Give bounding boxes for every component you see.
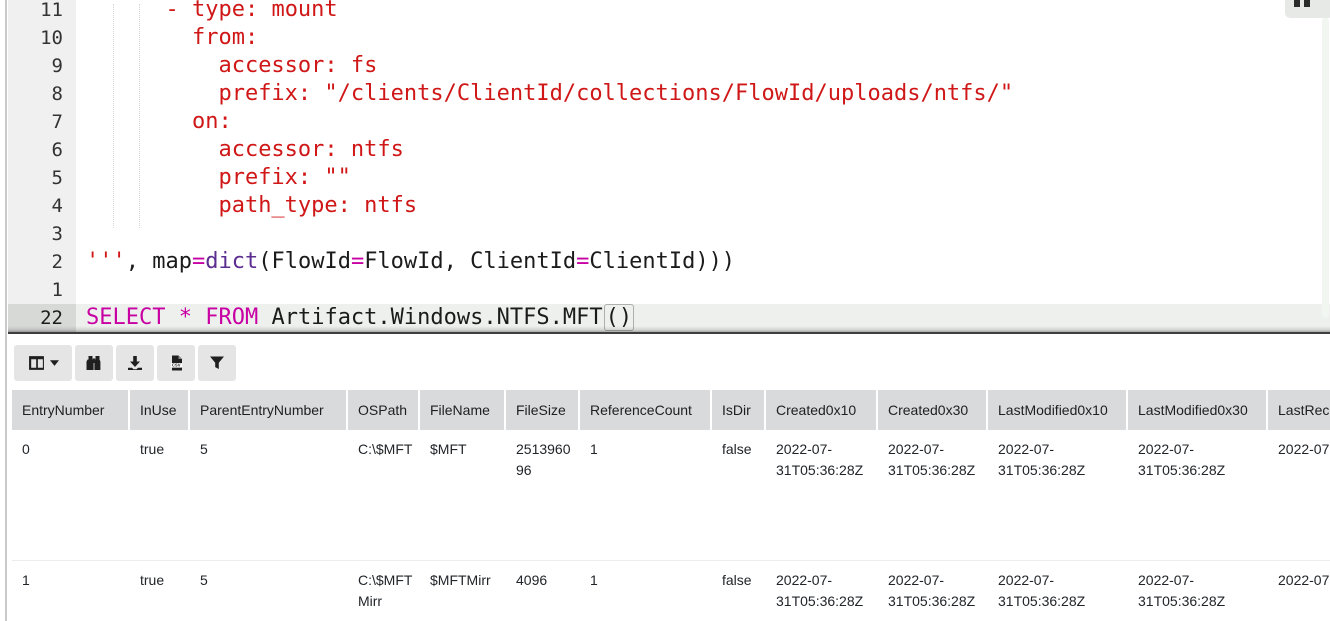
result-table: EntryNumberInUseParentEntryNumberOSPathF… bbox=[12, 390, 1330, 612]
code-line[interactable]: SELECT * FROM Artifact.Windows.NTFS.MFT(… bbox=[76, 304, 1330, 332]
column-header[interactable]: Created0x10 bbox=[766, 390, 878, 430]
table-cell: 0 bbox=[12, 430, 130, 560]
table-cell: false bbox=[712, 560, 766, 612]
clipped-icon bbox=[1294, 0, 1300, 7]
table-cell: 5 bbox=[190, 430, 348, 560]
chevron-down-icon bbox=[50, 360, 59, 366]
gutter-line-number: 3 bbox=[8, 220, 76, 248]
table-header-row: EntryNumberInUseParentEntryNumberOSPathF… bbox=[12, 390, 1330, 430]
vql-editor[interactable]: 111098765432122 - type: mount from: acce… bbox=[8, 0, 1330, 334]
table-cell: C:\$MFT bbox=[348, 430, 420, 560]
column-header[interactable]: ParentEntryNumber bbox=[190, 390, 348, 430]
gutter-line-number: 11 bbox=[8, 0, 76, 24]
editor-scrollbar[interactable] bbox=[1322, 18, 1329, 318]
gutter-line-number: 1 bbox=[8, 276, 76, 304]
table-cell: 2022-07-31T05:36:28Z bbox=[988, 430, 1128, 560]
export-csv-button[interactable]: CSV bbox=[157, 345, 195, 381]
table-cell: 2022-07-31T05:36:28Z bbox=[1268, 560, 1330, 612]
table-cell: 251396096 bbox=[506, 430, 580, 560]
table-cell: $MFT bbox=[420, 430, 506, 560]
binoculars-icon bbox=[85, 355, 103, 371]
column-header[interactable]: LastModified0x30 bbox=[1128, 390, 1268, 430]
column-header[interactable]: IsDir bbox=[712, 390, 766, 430]
download-button[interactable] bbox=[116, 345, 154, 381]
gutter-numbers: 111098765432122 bbox=[8, 0, 76, 332]
column-header[interactable]: EntryNumber bbox=[12, 390, 130, 430]
code-line[interactable]: - type: mount bbox=[76, 0, 1330, 24]
column-header[interactable]: LastRecordChange0x10 bbox=[1268, 390, 1330, 430]
table-cell: 2022-07-31T05:36:28Z bbox=[878, 430, 988, 560]
code-line[interactable]: ''', map=dict(FlowId=FlowId, ClientId=Cl… bbox=[76, 248, 1330, 276]
gutter-line-number: 4 bbox=[8, 192, 76, 220]
page-left-border bbox=[5, 0, 7, 621]
code-line[interactable]: from: bbox=[76, 24, 1330, 52]
table-cell: 1 bbox=[12, 560, 130, 612]
table-body: 0true5C:\$MFT$MFT2513960961false2022-07-… bbox=[12, 430, 1330, 612]
column-header[interactable]: FileName bbox=[420, 390, 506, 430]
table-cell: 2022-07-31T05:36:28Z bbox=[988, 560, 1128, 612]
table-columns-icon bbox=[28, 355, 45, 371]
column-header[interactable]: OSPath bbox=[348, 390, 420, 430]
column-header[interactable]: FileSize bbox=[506, 390, 580, 430]
gutter-line-number: 5 bbox=[8, 164, 76, 192]
download-icon bbox=[127, 355, 143, 371]
code-lines: - type: mount from: accessor: fs prefix:… bbox=[76, 0, 1330, 332]
svg-text:CSV: CSV bbox=[171, 363, 180, 368]
gutter-line-number: 7 bbox=[8, 108, 76, 136]
gutter-line-number: 9 bbox=[8, 52, 76, 80]
result-table-wrapper: EntryNumberInUseParentEntryNumberOSPathF… bbox=[12, 390, 1330, 621]
table-cell: 5 bbox=[190, 560, 348, 612]
table-row[interactable]: 1true5C:\$MFTMirr$MFTMirr40961false2022-… bbox=[12, 560, 1330, 612]
code-line[interactable] bbox=[76, 220, 1330, 248]
column-header[interactable]: Created0x30 bbox=[878, 390, 988, 430]
column-selector-button[interactable] bbox=[14, 345, 72, 381]
table-cell: 4096 bbox=[506, 560, 580, 612]
cell-overflow-button[interactable] bbox=[1285, 0, 1330, 18]
code-line[interactable]: prefix: "" bbox=[76, 164, 1330, 192]
table-cell: C:\$MFTMirr bbox=[348, 560, 420, 612]
table-toolbar: CSV bbox=[14, 345, 239, 381]
table-cell: true bbox=[130, 430, 190, 560]
column-header[interactable]: InUse bbox=[130, 390, 190, 430]
table-cell: 2022-07-31T05:36:28Z bbox=[1268, 430, 1330, 560]
table-cell: $MFTMirr bbox=[420, 560, 506, 612]
search-button[interactable] bbox=[75, 345, 113, 381]
table-cell: 2022-07-31T05:36:28Z bbox=[1128, 560, 1268, 612]
table-cell: 1 bbox=[580, 430, 712, 560]
filter-button[interactable] bbox=[198, 345, 236, 381]
code-line[interactable]: accessor: ntfs bbox=[76, 136, 1330, 164]
table-cell: false bbox=[712, 430, 766, 560]
table-cell: 1 bbox=[580, 560, 712, 612]
gutter-line-number: 8 bbox=[8, 80, 76, 108]
table-cell: 2022-07-31T05:36:28Z bbox=[766, 430, 878, 560]
gutter-line-number: 10 bbox=[8, 24, 76, 52]
csv-file-icon: CSV bbox=[169, 355, 184, 371]
gutter-line-number: 6 bbox=[8, 136, 76, 164]
editor-code-area[interactable]: - type: mount from: accessor: fs prefix:… bbox=[76, 0, 1330, 332]
code-line[interactable] bbox=[76, 276, 1330, 304]
column-header[interactable]: LastModified0x10 bbox=[988, 390, 1128, 430]
table-cell: 2022-07-31T05:36:28Z bbox=[878, 560, 988, 612]
table-cell: 2022-07-31T05:36:28Z bbox=[766, 560, 878, 612]
code-line[interactable]: on: bbox=[76, 108, 1330, 136]
code-line[interactable]: path_type: ntfs bbox=[76, 192, 1330, 220]
gutter-line-number: 22 bbox=[8, 304, 76, 332]
clipped-icon bbox=[1304, 0, 1310, 7]
code-line[interactable]: accessor: fs bbox=[76, 52, 1330, 80]
code-line[interactable]: prefix: "/clients/ClientId/collections/F… bbox=[76, 80, 1330, 108]
editor-gutter: 111098765432122 bbox=[8, 0, 76, 332]
notebook-cell: 111098765432122 - type: mount from: acce… bbox=[0, 0, 1330, 621]
table-cell: true bbox=[130, 560, 190, 612]
column-header[interactable]: ReferenceCount bbox=[580, 390, 712, 430]
filter-icon bbox=[209, 355, 225, 371]
table-row[interactable]: 0true5C:\$MFT$MFT2513960961false2022-07-… bbox=[12, 430, 1330, 560]
table-cell: 2022-07-31T05:36:28Z bbox=[1128, 430, 1268, 560]
gutter-line-number: 2 bbox=[8, 248, 76, 276]
